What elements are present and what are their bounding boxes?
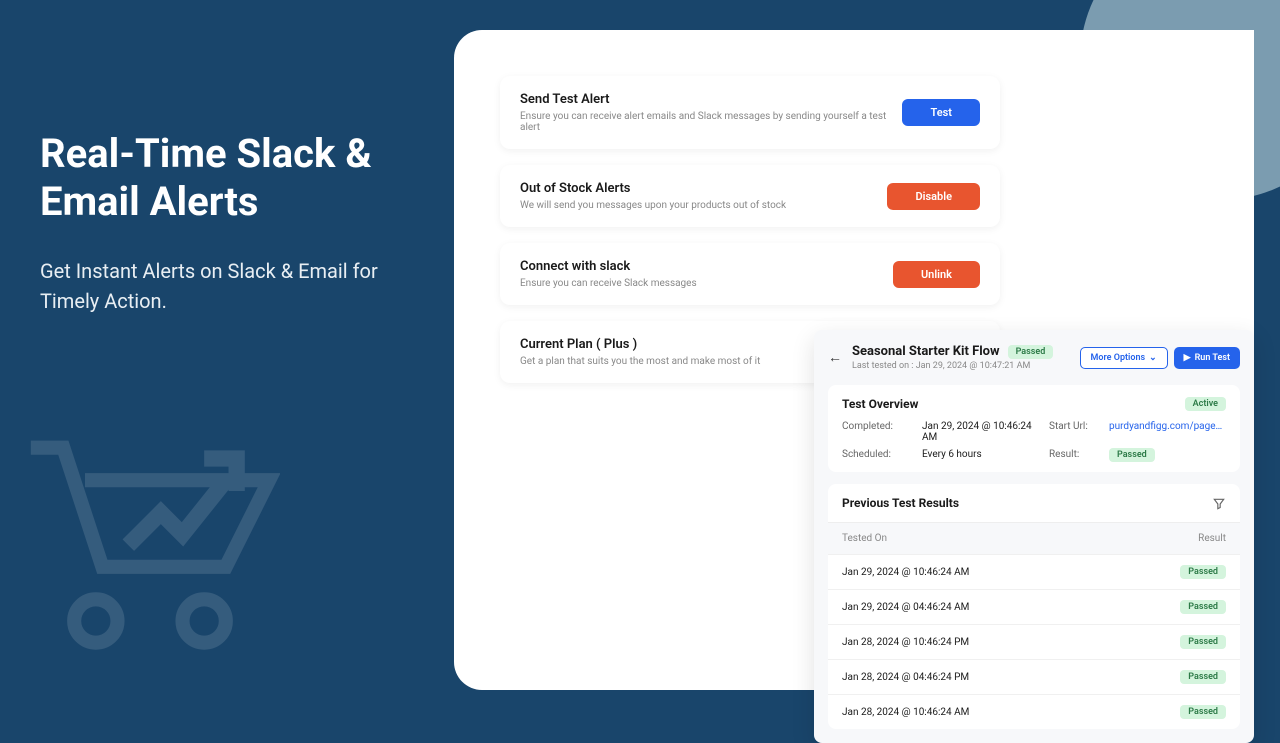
run-test-button[interactable]: ▶ Run Test [1174, 347, 1240, 369]
results-heading: Previous Test Results [842, 496, 959, 510]
app-panel: Send Test Alert Ensure you can receive al… [454, 30, 1254, 690]
tested-on-value: Jan 28, 2024 @ 04:46:24 PM [842, 672, 969, 683]
alert-title: Connect with slack [520, 259, 697, 274]
alert-title: Out of Stock Alerts [520, 181, 786, 196]
alert-desc: We will send you messages upon your prod… [520, 200, 786, 211]
flow-header: ← Seasonal Starter Kit Flow Passed Last … [828, 344, 1240, 371]
cart-chart-icon [20, 426, 280, 690]
table-row[interactable]: Jan 28, 2024 @ 10:46:24 PM Passed [828, 624, 1240, 659]
tested-on-value: Jan 29, 2024 @ 10:46:24 AM [842, 567, 969, 578]
result-badge: Passed [1180, 565, 1226, 579]
scheduled-label: Scheduled: [842, 449, 912, 460]
tested-on-value: Jan 29, 2024 @ 04:46:24 AM [842, 602, 969, 613]
back-arrow-icon[interactable]: ← [828, 349, 842, 366]
col-result: Result [1198, 533, 1226, 544]
alert-desc: Ensure you can receive Slack messages [520, 278, 697, 289]
chevron-down-icon: ⌄ [1149, 353, 1157, 363]
completed-value: Jan 29, 2024 @ 10:46:24 AM [922, 421, 1039, 443]
table-row[interactable]: Jan 29, 2024 @ 10:46:24 AM Passed [828, 554, 1240, 589]
alert-card: Connect with slack Ensure you can receive… [500, 243, 1000, 305]
completed-label: Completed: [842, 421, 912, 443]
col-tested: Tested On [842, 533, 887, 544]
play-icon: ▶ [1184, 353, 1191, 363]
flow-status-badge: Passed [1008, 345, 1054, 359]
hero-panel: Real-Time Slack & Email Alerts Get Insta… [40, 130, 420, 316]
flow-title-wrap: Seasonal Starter Kit Flow Passed Last te… [852, 344, 1070, 371]
result-badge: Passed [1180, 635, 1226, 649]
alert-desc: Ensure you can receive alert emails and … [520, 111, 902, 133]
more-options-label: More Options [1091, 353, 1146, 363]
table-row[interactable]: Jan 29, 2024 @ 04:46:24 AM Passed [828, 589, 1240, 624]
results-card: Previous Test Results Tested On Result J… [828, 484, 1240, 729]
alert-action-button[interactable]: Unlink [893, 261, 980, 288]
result-badge: Passed [1180, 705, 1226, 719]
tested-on-value: Jan 28, 2024 @ 10:46:24 PM [842, 637, 969, 648]
flow-last-tested: Last tested on : Jan 29, 2024 @ 10:47:21… [852, 361, 1070, 371]
table-row[interactable]: Jan 28, 2024 @ 10:46:24 AM Passed [828, 694, 1240, 729]
filter-icon[interactable] [1212, 496, 1226, 510]
overview-active-badge: Active [1185, 397, 1226, 411]
flow-title: Seasonal Starter Kit Flow [852, 344, 1000, 359]
alert-action-button[interactable]: Disable [887, 183, 980, 210]
hero-subtitle: Get Instant Alerts on Slack & Email for … [40, 256, 420, 316]
result-label: Result: [1049, 449, 1099, 460]
alert-card: Send Test Alert Ensure you can receive al… [500, 76, 1000, 149]
run-test-label: Run Test [1195, 353, 1230, 363]
overview-result-badge: Passed [1109, 448, 1155, 462]
result-badge: Passed [1180, 670, 1226, 684]
flow-panel: ← Seasonal Starter Kit Flow Passed Last … [814, 330, 1254, 743]
tested-on-value: Jan 28, 2024 @ 10:46:24 AM [842, 707, 969, 718]
table-row[interactable]: Jan 28, 2024 @ 04:46:24 PM Passed [828, 659, 1240, 694]
start-url-label: Start Url: [1049, 421, 1099, 443]
overview-card: Test Overview Active Completed: Jan 29, … [828, 385, 1240, 472]
result-badge: Passed [1180, 600, 1226, 614]
alert-title: Send Test Alert [520, 92, 902, 107]
hero-title: Real-Time Slack & Email Alerts [40, 130, 420, 226]
start-url-link[interactable]: purdyandfigg.com/pages/winter-… [1109, 421, 1226, 443]
overview-heading: Test Overview [842, 397, 918, 411]
alert-action-button[interactable]: Test [902, 99, 980, 126]
alert-card: Out of Stock Alerts We will send you mess… [500, 165, 1000, 227]
more-options-button[interactable]: More Options ⌄ [1080, 347, 1168, 369]
scheduled-value: Every 6 hours [922, 449, 1039, 460]
